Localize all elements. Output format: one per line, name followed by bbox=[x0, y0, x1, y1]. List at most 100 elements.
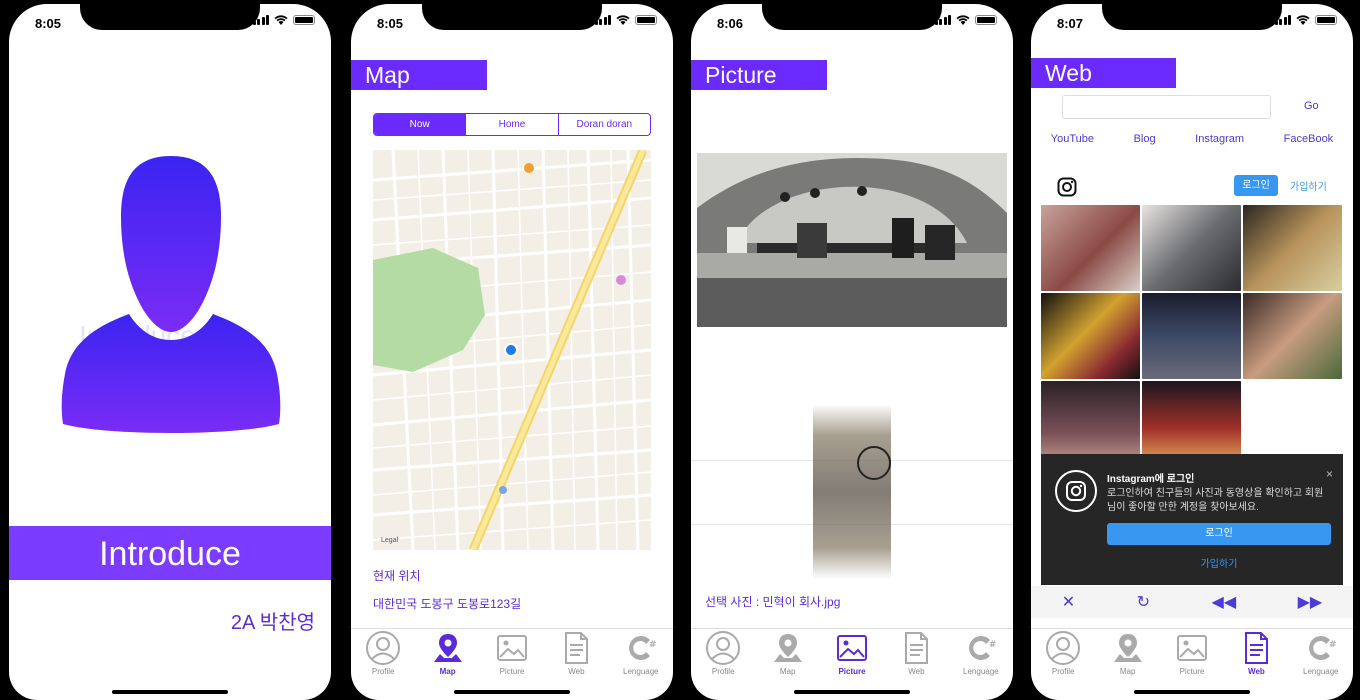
grid-photo[interactable] bbox=[1142, 293, 1241, 379]
tab-web[interactable]: Web bbox=[1224, 629, 1288, 678]
avatar-silhouette-icon bbox=[61, 156, 281, 433]
location-segmented-control[interactable]: Now Home Doran doran bbox=[373, 113, 651, 136]
wifi-icon bbox=[616, 15, 630, 25]
tab-map[interactable]: Map bbox=[415, 629, 479, 678]
document-icon bbox=[1245, 632, 1269, 664]
tab-label: Profile bbox=[711, 667, 735, 676]
grid-photo[interactable] bbox=[1041, 205, 1140, 291]
author-label: 2A 박찬영 bbox=[230, 612, 315, 634]
status-time: 8:05 bbox=[35, 16, 62, 31]
segment-home[interactable]: Home bbox=[465, 114, 557, 135]
grid-photo[interactable] bbox=[1243, 293, 1342, 379]
home-indicator[interactable] bbox=[112, 690, 228, 694]
wifi-icon bbox=[274, 15, 288, 25]
csharp-icon bbox=[628, 636, 657, 660]
instagram-logo-icon bbox=[1055, 470, 1097, 512]
tab-lenguage[interactable]: Lenguage bbox=[609, 629, 673, 678]
tab-map[interactable]: Map bbox=[1095, 629, 1159, 678]
forward-icon[interactable]: ▶▶ bbox=[1298, 592, 1323, 612]
tab-web[interactable]: Web bbox=[544, 629, 608, 678]
screen-web: 8:07 Web Go YouTube Blog Instagram FaceB… bbox=[1031, 4, 1353, 700]
link-blog[interactable]: Blog bbox=[1134, 133, 1156, 145]
grid-photo[interactable] bbox=[1041, 293, 1140, 379]
back-icon[interactable]: ◀◀ bbox=[1212, 592, 1237, 612]
status-time: 8:06 bbox=[717, 16, 744, 31]
grid-photo[interactable] bbox=[1243, 205, 1342, 291]
map-legal-link[interactable]: Legal bbox=[381, 537, 398, 544]
profile-icon bbox=[1046, 631, 1081, 665]
tab-lenguage[interactable]: Lenguage bbox=[949, 629, 1013, 678]
page-title: Picture bbox=[691, 60, 827, 90]
tab-web[interactable]: Web bbox=[884, 629, 948, 678]
link-instagram[interactable]: Instagram bbox=[1195, 133, 1244, 145]
notch bbox=[80, 4, 260, 30]
grid-photo[interactable] bbox=[1142, 205, 1241, 291]
link-facebook[interactable]: FaceBook bbox=[1284, 133, 1334, 145]
go-button[interactable]: Go bbox=[1304, 100, 1319, 112]
picture-icon bbox=[497, 635, 528, 661]
map-pin-icon bbox=[433, 634, 462, 662]
tab-profile[interactable]: Profile bbox=[351, 629, 415, 678]
map-view[interactable]: Legal bbox=[373, 150, 651, 550]
tab-profile[interactable]: Profile bbox=[691, 629, 755, 678]
battery-icon bbox=[293, 15, 315, 25]
tab-label: Web bbox=[568, 667, 585, 676]
tab-label: Map bbox=[1119, 667, 1136, 676]
instagram-login-button[interactable]: 로그인 bbox=[1234, 175, 1278, 196]
introduce-button[interactable]: Introduce bbox=[9, 526, 331, 580]
home-indicator[interactable] bbox=[454, 690, 570, 694]
signal-icon bbox=[934, 15, 951, 25]
cursor-indicator bbox=[857, 446, 891, 480]
photo-picker-wheel[interactable] bbox=[691, 404, 1013, 579]
tab-label: Picture bbox=[499, 667, 525, 676]
close-icon[interactable]: × bbox=[1326, 467, 1333, 481]
tab-profile[interactable]: Profile bbox=[1031, 629, 1095, 678]
close-icon[interactable]: ✕ bbox=[1062, 592, 1075, 612]
tab-picture[interactable]: Picture bbox=[480, 629, 544, 678]
notch bbox=[422, 4, 602, 30]
screen-picture: 8:06 Picture 선택 사진 : 민혁이 회사.jpg Profile bbox=[691, 4, 1013, 700]
tab-label: Map bbox=[779, 667, 796, 676]
modal-title: Instagram에 로그인 bbox=[1107, 474, 1195, 485]
status-icons bbox=[934, 15, 997, 25]
home-indicator[interactable] bbox=[794, 690, 910, 694]
battery-icon bbox=[635, 15, 657, 25]
tab-map[interactable]: Map bbox=[755, 629, 819, 678]
status-time: 8:07 bbox=[1057, 16, 1084, 31]
tab-bar: Profile Map Picture Web Lenguage bbox=[351, 628, 673, 678]
tab-label: Profile bbox=[1051, 667, 1075, 676]
tab-lenguage[interactable]: Lenguage bbox=[1289, 629, 1353, 678]
segment-doran-doran[interactable]: Doran doran bbox=[557, 114, 650, 135]
selected-photo-label: 선택 사진 : 민혁이 회사.jpg bbox=[705, 595, 841, 609]
web-view[interactable]: 로그인 가입하기 Instagram에 로그인 × 로그인하여 친구들의 사진과… bbox=[1041, 165, 1343, 585]
url-input[interactable] bbox=[1062, 95, 1271, 119]
segment-now[interactable]: Now bbox=[374, 114, 466, 135]
modal-login-button[interactable]: 로그인 bbox=[1107, 523, 1331, 545]
picker-thumbnail-strip[interactable] bbox=[813, 404, 891, 579]
document-icon bbox=[565, 632, 589, 664]
tab-picture[interactable]: Picture bbox=[820, 629, 884, 678]
tab-label: Lenguage bbox=[1303, 667, 1339, 676]
modal-signup-link[interactable]: 가입하기 bbox=[1107, 555, 1331, 570]
notch bbox=[762, 4, 942, 30]
status-icons bbox=[1274, 15, 1337, 25]
home-indicator[interactable] bbox=[1134, 690, 1250, 694]
tab-picture[interactable]: Picture bbox=[1160, 629, 1224, 678]
csharp-icon bbox=[968, 636, 997, 660]
reload-icon[interactable]: ↻ bbox=[1137, 592, 1150, 612]
status-icons bbox=[252, 15, 315, 25]
current-location-label: 현재 위치 bbox=[373, 569, 421, 583]
signal-icon bbox=[1274, 15, 1291, 25]
status-time: 8:05 bbox=[377, 16, 404, 31]
instagram-signup-link[interactable]: 가입하기 bbox=[1290, 178, 1327, 193]
link-youtube[interactable]: YouTube bbox=[1051, 133, 1094, 145]
profile-icon bbox=[706, 631, 741, 665]
address-text: 대한민국 도봉구 도봉로123길 bbox=[373, 597, 522, 611]
tab-label: Web bbox=[908, 667, 925, 676]
tab-bar: Profile Map Picture Web Lenguage bbox=[1031, 628, 1353, 678]
tab-label: Profile bbox=[371, 667, 395, 676]
picture-icon bbox=[837, 635, 868, 661]
tab-label: Lenguage bbox=[623, 667, 659, 676]
tab-label: Web bbox=[1248, 667, 1265, 676]
battery-icon bbox=[975, 15, 997, 25]
